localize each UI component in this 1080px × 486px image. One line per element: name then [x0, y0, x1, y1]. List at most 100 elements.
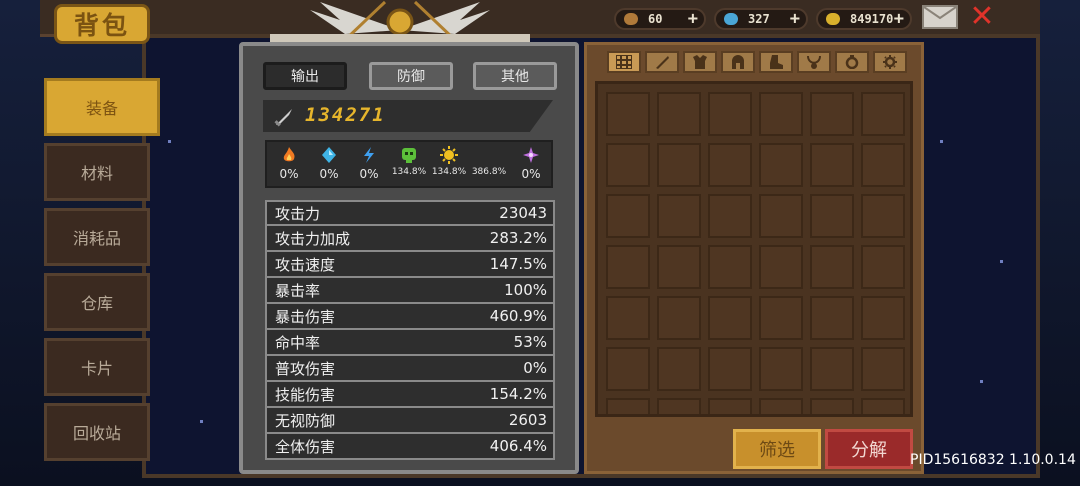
tab-output[interactable]: 输出 [263, 62, 347, 90]
inventory-slot[interactable] [759, 398, 803, 414]
inventory-tab-misc[interactable] [873, 51, 907, 73]
inventory-slot[interactable] [810, 143, 854, 187]
stat-row: 攻击速度 147.5% [265, 252, 555, 278]
inventory-slot[interactable] [861, 347, 905, 391]
currency-gold[interactable]: 849170 + [816, 8, 912, 30]
inventory-slot[interactable] [861, 398, 905, 414]
currency-value: 327 [748, 12, 770, 26]
inventory-slot[interactable] [606, 143, 650, 187]
star-decoration [200, 420, 203, 423]
inventory-slot[interactable] [810, 194, 854, 238]
inventory-slot[interactable] [606, 347, 650, 391]
stat-row: 技能伤害 154.2% [265, 382, 555, 408]
tab-recycle-bin[interactable]: 回收站 [44, 403, 150, 461]
add-currency-icon[interactable]: + [894, 10, 904, 28]
necklace-icon [807, 55, 821, 69]
all-grid-icon [616, 55, 632, 69]
inventory-slot[interactable] [810, 398, 854, 414]
tab-materials[interactable]: 材料 [44, 143, 150, 201]
inventory-slot[interactable] [759, 143, 803, 187]
filter-button[interactable]: 筛选 [733, 429, 821, 469]
star-decoration [1000, 260, 1003, 263]
inventory-slot[interactable] [759, 296, 803, 340]
inventory-tab-ring[interactable] [835, 51, 869, 73]
element-light: 134.8% [429, 144, 469, 177]
stat-row: 暴击伤害 460.9% [265, 304, 555, 330]
inventory-slot[interactable] [810, 245, 854, 289]
tab-consumables[interactable]: 消耗品 [44, 208, 150, 266]
stat-row: 全体伤害 406.4% [265, 434, 555, 460]
inventory-slot[interactable] [708, 92, 752, 136]
tab-equipment[interactable]: 装备 [44, 78, 160, 136]
inventory-slot[interactable] [759, 245, 803, 289]
inventory-tab-necklace[interactable] [797, 51, 831, 73]
inventory-slot[interactable] [606, 92, 650, 136]
helmet-icon [732, 55, 744, 69]
inventory-slot[interactable] [708, 296, 752, 340]
inventory-slot[interactable] [759, 194, 803, 238]
page-title: 背包 [54, 4, 150, 44]
mail-button[interactable] [922, 5, 958, 29]
inventory-slot[interactable] [606, 245, 650, 289]
tab-warehouse[interactable]: 仓库 [44, 273, 150, 331]
sun-light-icon [440, 146, 458, 164]
close-icon[interactable]: ✕ [966, 2, 998, 32]
inventory-slot[interactable] [657, 296, 701, 340]
inventory-slot[interactable] [810, 92, 854, 136]
inventory-slot[interactable] [759, 92, 803, 136]
inventory-slot[interactable] [657, 194, 701, 238]
inventory-tab-helmet[interactable] [721, 51, 755, 73]
inventory-slot[interactable] [708, 194, 752, 238]
inventory-panel: 筛选 分解 [584, 42, 924, 474]
element-damage-row: 0% 0% 0% 134.8% 134.8% 386.8% 0% [265, 140, 553, 188]
inventory-slot[interactable] [810, 296, 854, 340]
add-currency-icon[interactable]: + [688, 10, 698, 28]
tab-other[interactable]: 其他 [473, 62, 557, 90]
inventory-slot[interactable] [606, 296, 650, 340]
inventory-slot[interactable] [657, 398, 701, 414]
inventory-slot[interactable] [861, 245, 905, 289]
currency-potion[interactable]: 60 + [614, 8, 706, 30]
inventory-tab-all[interactable] [607, 51, 641, 73]
inventory-slot[interactable] [606, 398, 650, 414]
star-decoration [940, 140, 943, 143]
inventory-slot[interactable] [810, 347, 854, 391]
inventory-slot[interactable] [861, 194, 905, 238]
boots-icon [770, 55, 783, 69]
element-poison: 134.8% [389, 144, 429, 177]
inventory-slot[interactable] [708, 245, 752, 289]
inventory-slot[interactable] [708, 143, 752, 187]
inventory-slot[interactable] [657, 92, 701, 136]
inventory-slot[interactable] [861, 143, 905, 187]
inventory-slot[interactable] [657, 143, 701, 187]
tab-defense[interactable]: 防御 [369, 62, 453, 90]
inventory-slot[interactable] [606, 194, 650, 238]
inventory-slot[interactable] [657, 347, 701, 391]
combat-power-value: 134271 [305, 104, 386, 126]
inventory-slot[interactable] [861, 92, 905, 136]
inventory-tab-weapon[interactable] [645, 51, 679, 73]
lightning-icon [360, 146, 378, 164]
gear-icon [883, 55, 897, 69]
potion-icon [624, 13, 638, 25]
inventory-slot[interactable] [657, 245, 701, 289]
inventory-slot[interactable] [759, 347, 803, 391]
add-currency-icon[interactable]: + [790, 10, 800, 28]
star-decoration [980, 380, 983, 383]
decompose-button[interactable]: 分解 [825, 429, 913, 469]
tab-cards[interactable]: 卡片 [44, 338, 150, 396]
inventory-slot[interactable] [708, 347, 752, 391]
dark-moon-icon [480, 146, 498, 164]
stat-row: 攻击力 23043 [265, 200, 555, 226]
inventory-tab-boots[interactable] [759, 51, 793, 73]
poison-skull-icon [400, 146, 418, 164]
inventory-slot[interactable] [861, 296, 905, 340]
currency-gem[interactable]: 327 + [714, 8, 808, 30]
sword-icon [656, 56, 669, 69]
gold-coin-icon [826, 13, 840, 25]
stat-row: 普攻伤害 0% [265, 356, 555, 382]
inventory-tab-armor[interactable] [683, 51, 717, 73]
inventory-slot[interactable] [708, 398, 752, 414]
element-fire: 0% [269, 144, 309, 181]
stat-row: 无视防御 2603 [265, 408, 555, 434]
